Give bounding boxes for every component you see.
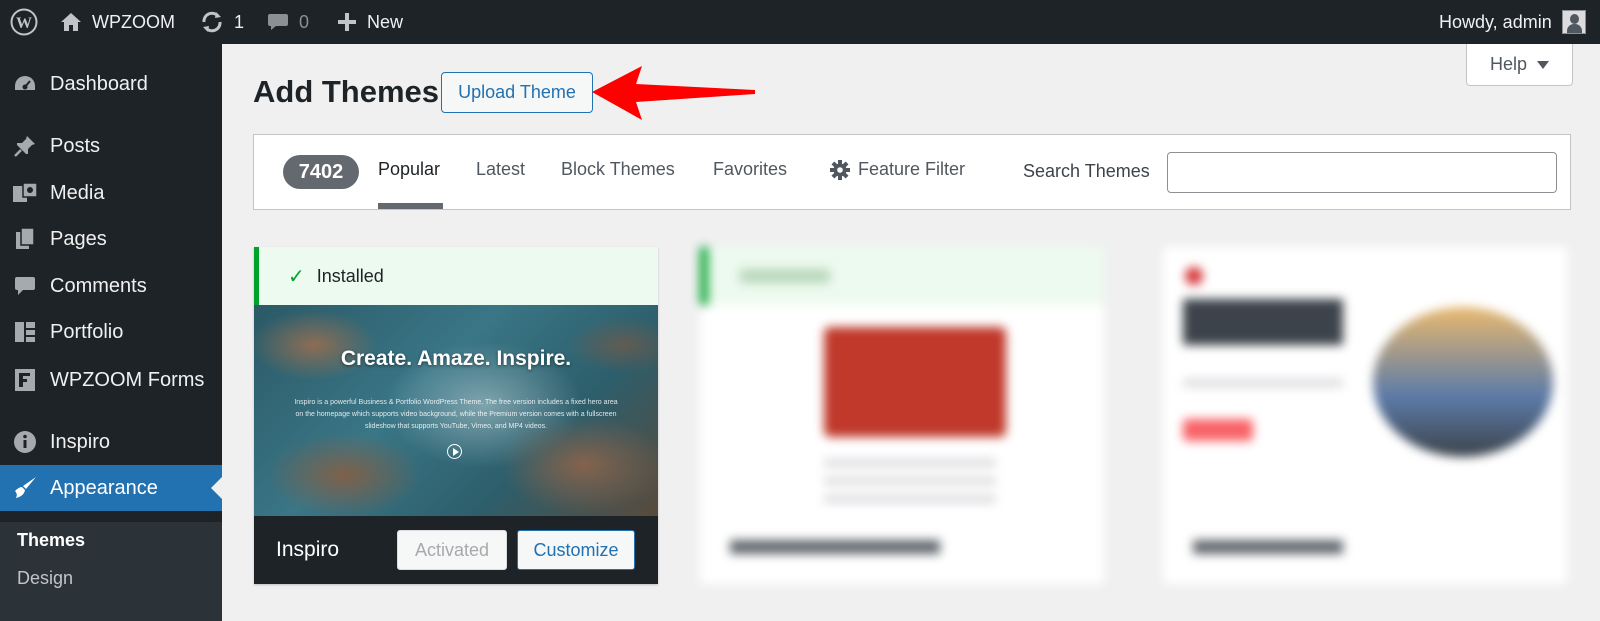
updates-link[interactable]: 1 — [200, 0, 244, 44]
theme-card-blurred[interactable] — [1163, 247, 1567, 584]
theme-card-inspiro[interactable]: ✓ Installed Create. Amaze. Inspire. Insp… — [254, 247, 658, 584]
screenshot-description: Inspiro is a powerful Business & Portfol… — [294, 399, 618, 430]
new-label: New — [367, 11, 404, 32]
caret-down-icon — [1537, 60, 1550, 69]
pages-icon — [12, 227, 38, 251]
sidebar-item-label: Dashboard — [50, 73, 148, 95]
sidebar-item-dashboard[interactable]: Dashboard — [0, 61, 222, 107]
theme-filter-bar: 7402 Popular Latest Block Themes Favorit… — [253, 134, 1571, 210]
comment-icon — [268, 14, 288, 30]
sidebar-item-label: Appearance — [50, 477, 158, 499]
tab-latest[interactable]: Latest — [476, 159, 525, 180]
help-label: Help — [1489, 54, 1528, 74]
annotation-arrow-icon — [592, 66, 755, 120]
gear-icon — [830, 159, 850, 180]
sidebar-item-label: Posts — [50, 135, 101, 157]
updates-count: 1 — [234, 11, 245, 32]
theme-name: Inspiro — [276, 538, 340, 561]
tab-popular[interactable]: Popular — [378, 159, 440, 180]
theme-card-blurred[interactable] — [700, 247, 1104, 584]
customize-button[interactable]: Customize — [517, 530, 635, 570]
new-content-link[interactable]: New — [337, 0, 403, 44]
feature-filter-button[interactable]: Feature Filter — [830, 159, 965, 180]
sidebar-item-posts[interactable]: Posts — [0, 123, 222, 169]
installed-notice: ✓ Installed — [254, 247, 658, 305]
sidebar-item-wpzoom-forms[interactable]: WPZOOM Forms — [0, 357, 222, 403]
theme-screenshot[interactable]: Create. Amaze. Inspire. Inspiro is a pow… — [254, 305, 658, 516]
admin-sidebar: Dashboard Posts Media Pages Comments Por… — [0, 44, 222, 621]
submenu-item-design[interactable]: Design — [17, 568, 73, 589]
activated-button: Activated — [397, 530, 507, 570]
sidebar-item-media[interactable]: Media — [0, 170, 222, 216]
home-icon — [61, 13, 81, 31]
checkmark-icon: ✓ — [288, 265, 305, 288]
info-icon — [12, 430, 38, 454]
brush-icon — [12, 476, 38, 500]
svg-text:W: W — [16, 15, 32, 32]
greeting: Howdy, admin — [1439, 11, 1552, 32]
search-label: Search Themes — [1023, 161, 1150, 181]
sidebar-item-label: WPZOOM Forms — [50, 369, 205, 391]
plus-icon — [338, 13, 356, 31]
sidebar-item-comments[interactable]: Comments — [0, 263, 222, 309]
sidebar-item-pages[interactable]: Pages — [0, 216, 222, 262]
site-name: WPZOOM — [92, 11, 175, 32]
forms-icon — [12, 368, 38, 392]
play-icon — [447, 444, 462, 459]
feature-filter-label: Feature Filter — [858, 159, 966, 179]
pin-icon — [12, 134, 38, 158]
site-name-link[interactable]: WPZOOM — [60, 0, 175, 44]
account-menu[interactable]: Howdy, admin — [1439, 0, 1586, 44]
sidebar-item-label: Inspiro — [50, 431, 111, 453]
comment-icon — [12, 274, 38, 298]
sidebar-item-appearance[interactable]: Appearance — [0, 465, 222, 511]
comments-link[interactable]: 0 — [267, 0, 309, 44]
media-icon — [12, 181, 38, 205]
active-tab-indicator — [378, 203, 443, 209]
upload-theme-button[interactable]: Upload Theme — [441, 72, 593, 113]
comments-count: 0 — [299, 11, 310, 32]
search-themes-input[interactable] — [1167, 152, 1557, 193]
avatar — [1561, 10, 1586, 34]
installed-label: Installed — [316, 265, 384, 286]
sidebar-item-inspiro[interactable]: Inspiro — [0, 419, 222, 465]
sidebar-item-portfolio[interactable]: Portfolio — [0, 309, 222, 355]
page-title: Add Themes — [253, 74, 440, 109]
tab-favorites[interactable]: Favorites — [713, 159, 787, 180]
portfolio-icon — [12, 320, 38, 344]
wordpress-logo-icon[interactable]: W — [10, 0, 38, 44]
dashboard-icon — [12, 72, 38, 96]
tab-block-themes[interactable]: Block Themes — [561, 159, 675, 180]
screenshot-title: Create. Amaze. Inspire. — [340, 347, 572, 370]
admin-bar: W WPZOOM 1 0 New Howdy, admin — [0, 0, 1600, 44]
sidebar-item-label: Media — [50, 182, 105, 204]
submenu-item-themes[interactable]: Themes — [17, 530, 85, 551]
sidebar-item-label: Pages — [50, 228, 107, 250]
theme-card-footer: Inspiro Activated Customize — [254, 516, 658, 584]
theme-count-badge: 7402 — [283, 155, 359, 189]
sidebar-item-label: Portfolio — [50, 321, 124, 343]
help-button[interactable]: Help — [1466, 44, 1573, 86]
appearance-submenu: Themes Design — [0, 522, 222, 621]
sidebar-item-label: Comments — [50, 275, 147, 297]
update-icon — [202, 11, 222, 33]
